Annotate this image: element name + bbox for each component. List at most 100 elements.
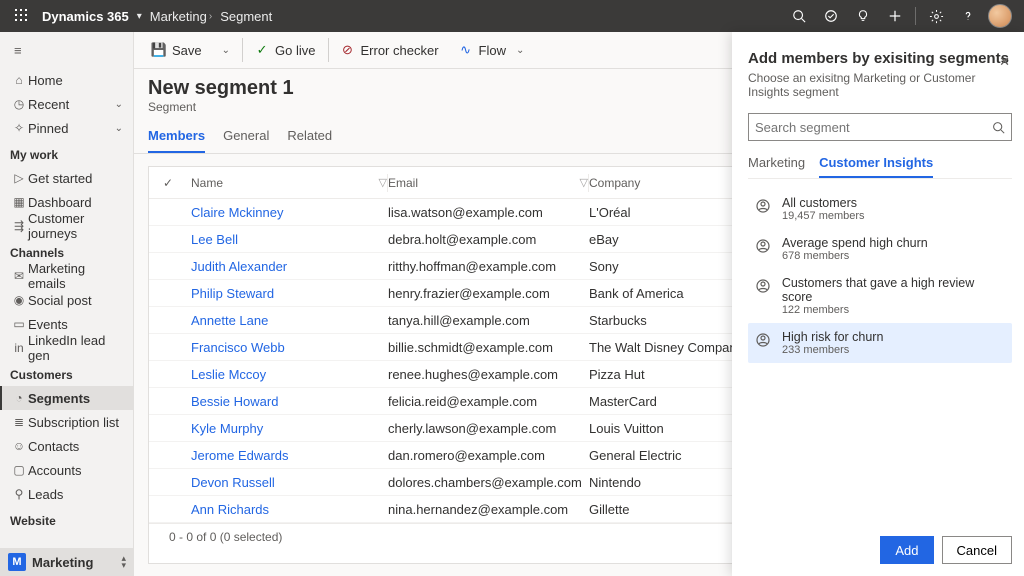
tab-members[interactable]: Members [148,128,205,153]
pin-icon: ✧ [10,121,28,135]
sidebar-item-pinned[interactable]: ✧Pinned⌄ [0,116,133,140]
row-name[interactable]: Claire Mckinney [191,205,283,220]
sidebar-item-home[interactable]: ⌂Home [0,68,133,92]
row-email: henry.frazier@example.com [388,286,588,301]
journey-icon: ⇶ [10,219,28,233]
segment-icon [754,331,772,349]
search-icon[interactable] [783,0,815,32]
row-name[interactable]: Judith Alexander [191,259,287,274]
contact-icon: ☺ [10,439,28,453]
segment-subtitle: 122 members [782,304,1006,316]
row-email: felicia.reid@example.com [388,394,588,409]
segment-subtitle: 19,457 members [782,210,865,222]
segment-item[interactable]: High risk for churn233 members [748,323,1012,363]
product-name[interactable]: Dynamics 365 [36,9,135,24]
breadcrumb-entity[interactable]: Segment [220,9,272,24]
segment-title: Average spend high churn [782,236,928,250]
add-button[interactable]: Add [880,536,933,564]
sidebar: ≡ ⌂Home ◷Recent⌄ ✧Pinned⌄ My work ▷Get s… [0,32,134,576]
task-icon[interactable] [815,0,847,32]
segment-title: Customers that gave a high review score [782,276,1006,304]
checkmark-icon[interactable]: ✓ [163,176,173,190]
errorchecker-button[interactable]: ⊘Error checker [333,36,447,64]
add-icon[interactable] [879,0,911,32]
linkedin-icon: in [10,341,28,355]
segment-icon [754,197,772,215]
tab-related[interactable]: Related [287,128,332,153]
sidebar-item-leads[interactable]: ⚲Leads [0,482,133,506]
row-name[interactable]: Devon Russell [191,475,275,490]
row-name[interactable]: Jerome Edwards [191,448,289,463]
segment-subtitle: 233 members [782,344,883,356]
search-input[interactable] [755,120,992,135]
search-icon [992,121,1005,134]
golive-button[interactable]: ✓Go live [247,36,323,64]
app-launcher-icon[interactable] [8,9,36,23]
sidebar-section-customers: Customers [0,360,133,386]
mail-icon: ✉ [10,269,28,283]
sidebar-item-accounts[interactable]: ▢Accounts [0,458,133,482]
segment-title: All customers [782,196,865,210]
row-name[interactable]: Bessie Howard [191,394,278,409]
calendar-icon: ▭ [10,317,28,331]
help-icon[interactable] [952,0,984,32]
flow-icon: ∿ [459,43,473,57]
row-name[interactable]: Francisco Webb [191,340,285,355]
segment-item[interactable]: Average spend high churn678 members [748,229,1012,269]
flow-button[interactable]: ∿Flow⌄ [451,36,533,64]
panel-tab-customerinsights[interactable]: Customer Insights [819,155,933,178]
save-button[interactable]: 💾Save [144,36,210,64]
row-name[interactable]: Philip Steward [191,286,274,301]
filter-icon[interactable]: ▽ [580,176,588,189]
sidebar-item-subscription[interactable]: ≣Subscription list [0,410,133,434]
segment-item[interactable]: Customers that gave a high review score1… [748,269,1012,323]
segment-item[interactable]: All customers19,457 members [748,189,1012,229]
row-email: debra.holt@example.com [388,232,588,247]
row-name[interactable]: Leslie Mccoy [191,367,266,382]
row-email: ritthy.hoffman@example.com [388,259,588,274]
segment-subtitle: 678 members [782,250,928,262]
row-email: tanya.hill@example.com [388,313,588,328]
sidebar-item-emails[interactable]: ✉Marketing emails [0,264,133,288]
check-icon: ✓ [255,43,269,57]
row-email: cherly.lawson@example.com [388,421,588,436]
search-segment-field[interactable] [748,113,1012,141]
dashboard-icon: ▦ [10,195,28,209]
megaphone-icon: ◉ [10,293,28,307]
close-icon[interactable]: ✕ [999,54,1010,70]
sidebar-item-recent[interactable]: ◷Recent⌄ [0,92,133,116]
chevron-down-icon: ⌄ [115,123,123,134]
sidebar-collapse-icon[interactable]: ≡ [0,32,133,68]
sidebar-item-journeys[interactable]: ⇶Customer journeys [0,214,133,238]
sidebar-item-social[interactable]: ◉Social post [0,288,133,312]
sidebar-item-linkedin[interactable]: inLinkedIn lead gen [0,336,133,360]
col-name[interactable]: Name [191,176,223,190]
row-name[interactable]: Ann Richards [191,502,269,517]
filter-icon[interactable]: ▽ [379,176,387,189]
row-name[interactable]: Lee Bell [191,232,238,247]
sidebar-item-contacts[interactable]: ☺Contacts [0,434,133,458]
row-name[interactable]: Kyle Murphy [191,421,263,436]
chevron-down-icon[interactable]: ▾ [135,11,150,22]
cancel-button[interactable]: Cancel [942,536,1012,564]
sidebar-item-segments[interactable]: ◔Segments [0,386,133,410]
lightbulb-icon[interactable] [847,0,879,32]
gear-icon[interactable] [920,0,952,32]
col-email[interactable]: Email [388,176,418,190]
sidebar-section-mywork: My work [0,140,133,166]
sidebar-item-getstarted[interactable]: ▷Get started [0,166,133,190]
breadcrumb-area[interactable]: Marketing [150,9,207,24]
global-topbar: Dynamics 365 ▾ Marketing › Segment [0,0,1024,32]
panel-tab-marketing[interactable]: Marketing [748,155,805,178]
user-avatar[interactable] [984,0,1016,32]
sidebar-area-switcher[interactable]: M Marketing ▴▾ [0,548,134,576]
col-company[interactable]: Company [589,176,640,190]
row-name[interactable]: Annette Lane [191,313,268,328]
play-icon: ▷ [10,171,28,185]
row-email: nina.hernandez@example.com [388,502,588,517]
tab-general[interactable]: General [223,128,269,153]
chevron-down-icon: ⌄ [115,99,123,110]
updown-icon: ▴▾ [121,555,126,569]
save-dropdown[interactable]: ⌄ [214,36,238,64]
panel-description: Choose an exisitng Marketing or Customer… [748,71,1012,99]
